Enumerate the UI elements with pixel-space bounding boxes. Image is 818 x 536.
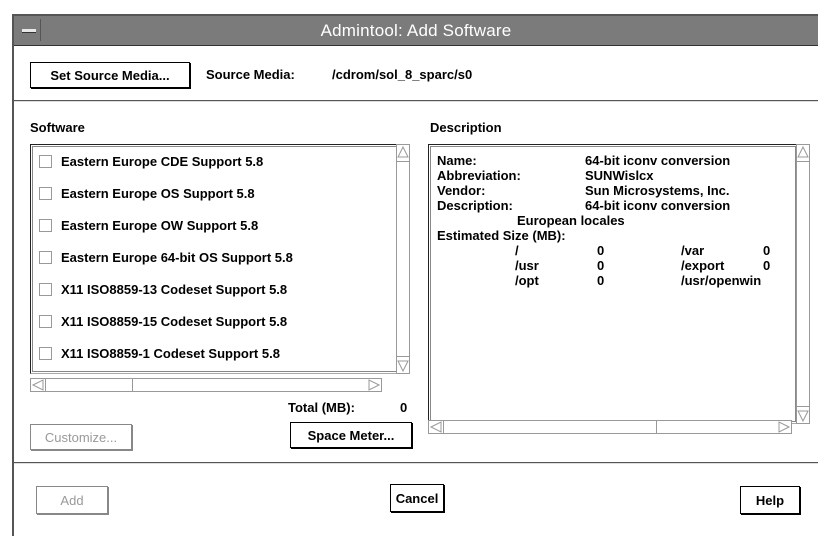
checkbox[interactable] — [39, 314, 52, 328]
checkbox[interactable] — [39, 250, 52, 264]
estimated-size-label: Estimated Size (MB): — [437, 228, 566, 243]
size-value: 0 — [597, 243, 605, 258]
list-item-label: Eastern Europe 64-bit OS Support 5.8 — [61, 249, 293, 265]
list-item-label: Eastern Europe OW Support 5.8 — [61, 217, 259, 233]
size-path: /usr/openwin — [681, 273, 762, 288]
separator-top — [14, 100, 818, 102]
scrollbar-thumb[interactable] — [443, 421, 657, 433]
add-button[interactable]: Add — [36, 486, 108, 514]
vendor-value: Sun Microsystems, Inc. — [585, 183, 730, 198]
size-value: 0 — [763, 258, 771, 273]
description-value: 64-bit iconv conversion — [585, 198, 731, 213]
scroll-right-arrow-icon[interactable] — [777, 421, 791, 433]
software-horizontal-scrollbar[interactable] — [30, 378, 382, 392]
scroll-down-arrow-icon[interactable] — [397, 359, 409, 373]
size-path: /var — [681, 243, 705, 258]
size-value: 0 — [597, 273, 605, 288]
checkbox[interactable] — [39, 186, 52, 200]
scroll-down-arrow-icon[interactable] — [797, 409, 809, 423]
customize-button[interactable]: Customize... — [30, 424, 132, 450]
list-item[interactable]: X11 ISO8859-13 Codeset Support 5.8 — [39, 279, 287, 299]
checkbox[interactable] — [39, 218, 52, 232]
size-value: 0 — [597, 258, 605, 273]
list-item[interactable]: X11 ISO8859-15 Codeset Support 5.8 — [39, 311, 287, 331]
scroll-right-arrow-icon[interactable] — [367, 379, 381, 391]
description-label: Description: — [437, 198, 513, 213]
source-media-value: /cdrom/sol_8_sparc/s0 — [332, 67, 473, 82]
checkbox[interactable] — [39, 346, 52, 360]
size-value: 0 — [763, 243, 771, 258]
size-path: / — [515, 243, 519, 258]
abbreviation-label: Abbreviation: — [437, 168, 521, 183]
list-item[interactable]: Eastern Europe OW Support 5.8 — [39, 215, 258, 235]
title-bar[interactable]: Admintool: Add Software — [14, 16, 818, 46]
list-item[interactable]: Eastern Europe CDE Support 5.8 — [39, 151, 263, 171]
total-mb-value: 0 — [400, 400, 408, 415]
add-software-window: Admintool: Add Software Set Source Media… — [12, 14, 818, 536]
description-continuation: European locales — [517, 213, 625, 228]
abbreviation-value: SUNWislcx — [585, 168, 654, 183]
software-vertical-scrollbar[interactable] — [396, 144, 410, 374]
total-mb-label: Total (MB): — [288, 400, 355, 415]
description-header: Description — [430, 120, 502, 135]
scrollbar-thumb[interactable] — [45, 379, 133, 391]
scroll-up-arrow-icon[interactable] — [397, 145, 409, 159]
scrollbar-thumb[interactable] — [797, 161, 809, 407]
name-label: Name: — [437, 153, 477, 168]
window-title: Admintool: Add Software — [320, 21, 512, 40]
checkbox[interactable] — [39, 282, 52, 296]
size-path: /opt — [515, 273, 539, 288]
description-horizontal-scrollbar[interactable] — [428, 420, 792, 434]
description-vertical-scrollbar[interactable] — [796, 144, 810, 424]
list-item-label: X11 ISO8859-1 Codeset Support 5.8 — [61, 345, 280, 361]
set-source-media-button[interactable]: Set Source Media... — [30, 62, 190, 88]
checkbox[interactable] — [39, 154, 52, 168]
list-item-label: X11 ISO8859-13 Codeset Support 5.8 — [61, 281, 288, 297]
list-item[interactable]: Eastern Europe 64-bit OS Support 5.8 — [39, 247, 293, 267]
software-header: Software — [30, 120, 85, 135]
scroll-up-arrow-icon[interactable] — [797, 145, 809, 159]
scrollbar-thumb[interactable] — [397, 161, 409, 357]
list-item[interactable]: Eastern Europe OS Support 5.8 — [39, 183, 255, 203]
cancel-button[interactable]: Cancel — [390, 484, 444, 512]
list-item-label: X11 ISO8859-15 Codeset Support 5.8 — [61, 313, 288, 329]
software-list[interactable]: Eastern Europe CDE Support 5.8 Eastern E… — [30, 144, 400, 374]
description-panel: Name: 64-bit iconv conversion Abbreviati… — [428, 144, 798, 424]
name-value: 64-bit iconv conversion — [585, 153, 731, 168]
space-meter-button[interactable]: Space Meter... — [290, 422, 412, 448]
source-media-label: Source Media: — [206, 67, 295, 82]
list-item-label: Eastern Europe CDE Support 5.8 — [61, 153, 264, 169]
scroll-left-arrow-icon[interactable] — [31, 379, 45, 391]
list-item-label: Eastern Europe OS Support 5.8 — [61, 185, 255, 201]
size-path: /usr — [515, 258, 539, 273]
help-button[interactable]: Help — [740, 486, 800, 514]
separator-bottom — [14, 462, 818, 464]
scroll-left-arrow-icon[interactable] — [429, 421, 443, 433]
vendor-label: Vendor: — [437, 183, 486, 198]
list-item[interactable]: X11 ISO8859-1 Codeset Support 5.8 — [39, 343, 280, 363]
size-path: /export — [681, 258, 725, 273]
